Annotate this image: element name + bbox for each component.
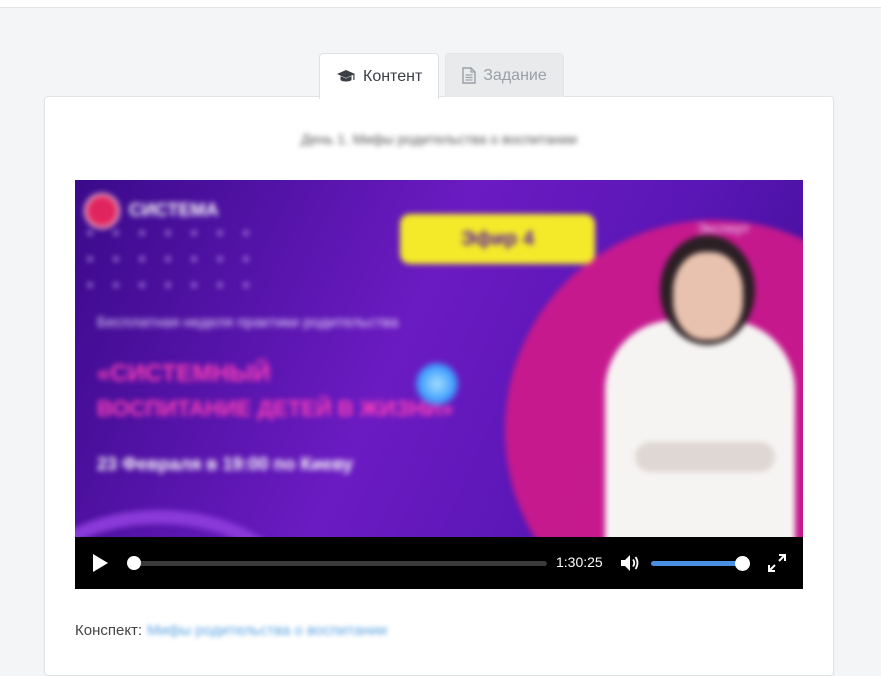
presenter-image [605, 320, 795, 537]
top-bar [0, 0, 881, 8]
tab-assignment[interactable]: Задание [445, 53, 564, 97]
fullscreen-button[interactable] [768, 554, 786, 577]
fullscreen-icon [768, 554, 786, 576]
mute-button[interactable] [620, 554, 640, 577]
volume-slider[interactable] [651, 561, 743, 566]
glow-orb-icon [415, 362, 459, 406]
play-icon [92, 554, 108, 576]
poster-headline-1: «СИСТЕМНЫЙ [97, 360, 271, 387]
lesson-tabs: Контент Задание [319, 53, 564, 99]
volume-icon [620, 555, 640, 576]
lesson-card: День 1. Мифы родительства о воспитании С… [44, 96, 834, 676]
poster-date: 23 Февраля в 19:00 по Киеву [97, 454, 354, 474]
document-icon [462, 67, 476, 84]
volume-handle[interactable] [735, 556, 750, 571]
video-duration: 1:30:25 [556, 554, 603, 570]
progress-track[interactable] [135, 561, 547, 566]
poster-headline-2: ВОСПИТАНИЕ ДЕТЕЙ В ЖИЗНИ» [97, 396, 454, 421]
progress-handle[interactable] [127, 556, 141, 570]
lesson-title: День 1. Мифы родительства о воспитании [301, 131, 577, 147]
poster-brand: СИСТЕМА [129, 200, 219, 220]
graduation-cap-icon [336, 69, 356, 85]
summary-link[interactable]: Мифы родительства о воспитании [147, 622, 387, 639]
tab-assignment-label: Задание [483, 66, 547, 84]
play-button[interactable] [92, 554, 108, 577]
summary-label: Конспект: [75, 622, 143, 639]
poster-subtitle: Бесплатная неделя практики родительства [97, 314, 399, 331]
video-poster[interactable]: СИСТЕМА Эфир 4 Эксперт Бесплатная неделя… [75, 180, 803, 537]
tab-content[interactable]: Контент [319, 53, 440, 99]
brand-logo-icon [87, 196, 117, 226]
video-player[interactable]: СИСТЕМА Эфир 4 Эксперт Бесплатная неделя… [75, 180, 803, 589]
video-controls: 1:30:25 [75, 537, 803, 589]
summary-row: Конспект: Мифы родительства о воспитании [75, 622, 387, 639]
poster-badge: Эфир 4 [400, 214, 595, 264]
tab-content-label: Контент [363, 67, 423, 85]
poster-corner-text: Эксперт [697, 220, 750, 236]
